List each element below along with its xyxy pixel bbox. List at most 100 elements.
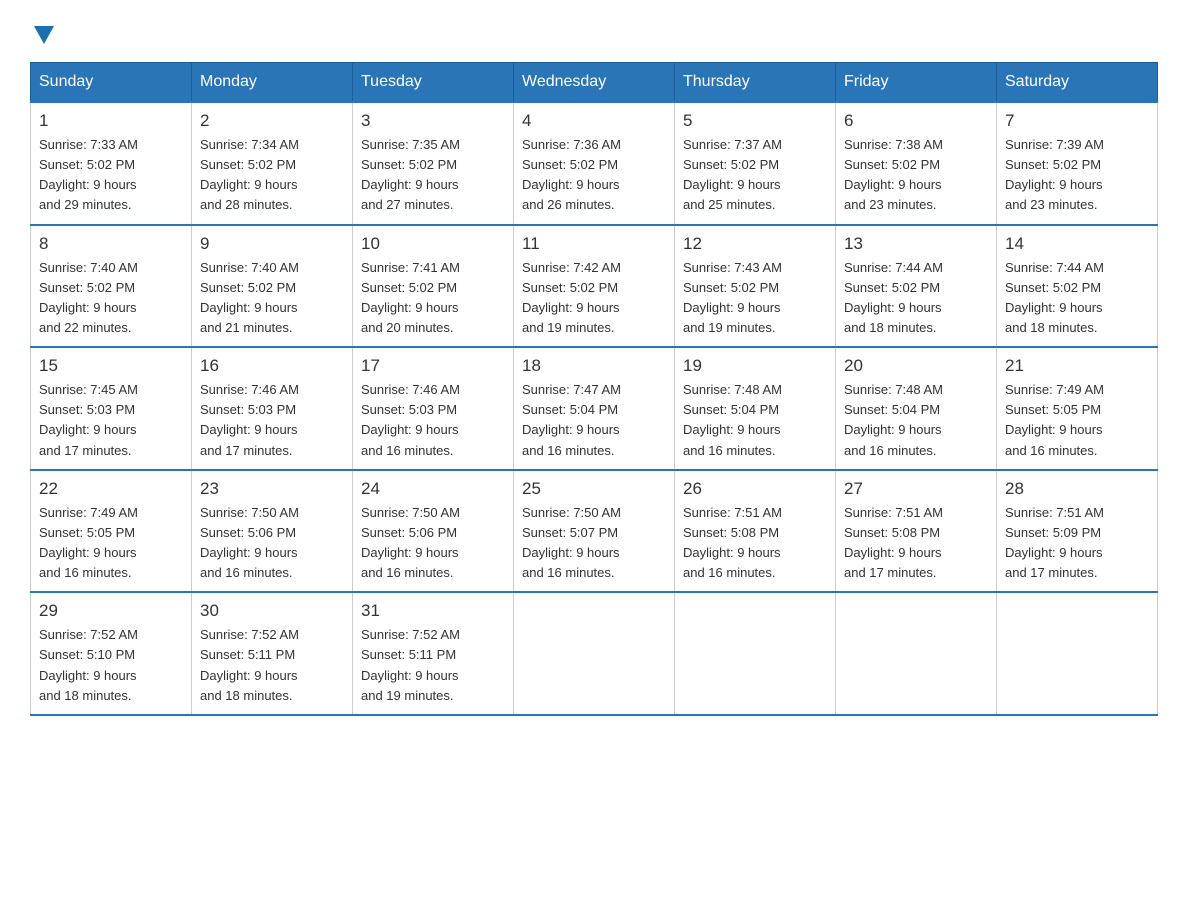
day-number: 5: [683, 111, 827, 131]
weekday-header-tuesday: Tuesday: [353, 63, 514, 103]
day-number: 11: [522, 234, 666, 254]
day-info: Sunrise: 7:48 AM Sunset: 5:04 PM Dayligh…: [844, 380, 988, 461]
day-info: Sunrise: 7:39 AM Sunset: 5:02 PM Dayligh…: [1005, 135, 1149, 216]
calendar-cell: 25 Sunrise: 7:50 AM Sunset: 5:07 PM Dayl…: [514, 470, 675, 593]
day-info: Sunrise: 7:43 AM Sunset: 5:02 PM Dayligh…: [683, 258, 827, 339]
calendar-cell: 8 Sunrise: 7:40 AM Sunset: 5:02 PM Dayli…: [31, 225, 192, 348]
calendar-cell: 23 Sunrise: 7:50 AM Sunset: 5:06 PM Dayl…: [192, 470, 353, 593]
calendar-cell: 18 Sunrise: 7:47 AM Sunset: 5:04 PM Dayl…: [514, 347, 675, 470]
day-number: 25: [522, 479, 666, 499]
day-number: 16: [200, 356, 344, 376]
calendar-cell: 17 Sunrise: 7:46 AM Sunset: 5:03 PM Dayl…: [353, 347, 514, 470]
day-number: 30: [200, 601, 344, 621]
day-number: 14: [1005, 234, 1149, 254]
day-number: 28: [1005, 479, 1149, 499]
page-header: [30, 20, 1158, 42]
day-number: 23: [200, 479, 344, 499]
day-number: 3: [361, 111, 505, 131]
day-info: Sunrise: 7:34 AM Sunset: 5:02 PM Dayligh…: [200, 135, 344, 216]
calendar-cell: 28 Sunrise: 7:51 AM Sunset: 5:09 PM Dayl…: [997, 470, 1158, 593]
calendar-cell: 20 Sunrise: 7:48 AM Sunset: 5:04 PM Dayl…: [836, 347, 997, 470]
day-info: Sunrise: 7:50 AM Sunset: 5:06 PM Dayligh…: [361, 503, 505, 584]
calendar-cell: 19 Sunrise: 7:48 AM Sunset: 5:04 PM Dayl…: [675, 347, 836, 470]
logo-arrow-icon: [34, 26, 54, 44]
day-info: Sunrise: 7:33 AM Sunset: 5:02 PM Dayligh…: [39, 135, 183, 216]
day-number: 26: [683, 479, 827, 499]
calendar-cell: 1 Sunrise: 7:33 AM Sunset: 5:02 PM Dayli…: [31, 102, 192, 225]
calendar-cell: 21 Sunrise: 7:49 AM Sunset: 5:05 PM Dayl…: [997, 347, 1158, 470]
day-info: Sunrise: 7:50 AM Sunset: 5:07 PM Dayligh…: [522, 503, 666, 584]
calendar-cell: 11 Sunrise: 7:42 AM Sunset: 5:02 PM Dayl…: [514, 225, 675, 348]
day-number: 9: [200, 234, 344, 254]
calendar-cell: [997, 592, 1158, 715]
day-info: Sunrise: 7:44 AM Sunset: 5:02 PM Dayligh…: [844, 258, 988, 339]
calendar-week-2: 8 Sunrise: 7:40 AM Sunset: 5:02 PM Dayli…: [31, 225, 1158, 348]
day-number: 18: [522, 356, 666, 376]
calendar-week-5: 29 Sunrise: 7:52 AM Sunset: 5:10 PM Dayl…: [31, 592, 1158, 715]
calendar-cell: 9 Sunrise: 7:40 AM Sunset: 5:02 PM Dayli…: [192, 225, 353, 348]
day-info: Sunrise: 7:40 AM Sunset: 5:02 PM Dayligh…: [200, 258, 344, 339]
calendar-cell: 4 Sunrise: 7:36 AM Sunset: 5:02 PM Dayli…: [514, 102, 675, 225]
day-number: 4: [522, 111, 666, 131]
day-number: 7: [1005, 111, 1149, 131]
day-info: Sunrise: 7:52 AM Sunset: 5:10 PM Dayligh…: [39, 625, 183, 706]
day-number: 19: [683, 356, 827, 376]
day-info: Sunrise: 7:40 AM Sunset: 5:02 PM Dayligh…: [39, 258, 183, 339]
calendar-cell: 27 Sunrise: 7:51 AM Sunset: 5:08 PM Dayl…: [836, 470, 997, 593]
calendar-table: SundayMondayTuesdayWednesdayThursdayFrid…: [30, 62, 1158, 716]
calendar-cell: 24 Sunrise: 7:50 AM Sunset: 5:06 PM Dayl…: [353, 470, 514, 593]
day-number: 15: [39, 356, 183, 376]
day-info: Sunrise: 7:52 AM Sunset: 5:11 PM Dayligh…: [361, 625, 505, 706]
day-number: 8: [39, 234, 183, 254]
calendar-cell: [514, 592, 675, 715]
calendar-cell: 2 Sunrise: 7:34 AM Sunset: 5:02 PM Dayli…: [192, 102, 353, 225]
day-number: 22: [39, 479, 183, 499]
calendar-cell: 22 Sunrise: 7:49 AM Sunset: 5:05 PM Dayl…: [31, 470, 192, 593]
calendar-cell: 6 Sunrise: 7:38 AM Sunset: 5:02 PM Dayli…: [836, 102, 997, 225]
day-number: 2: [200, 111, 344, 131]
calendar-cell: 3 Sunrise: 7:35 AM Sunset: 5:02 PM Dayli…: [353, 102, 514, 225]
day-info: Sunrise: 7:45 AM Sunset: 5:03 PM Dayligh…: [39, 380, 183, 461]
weekday-header-friday: Friday: [836, 63, 997, 103]
weekday-header-wednesday: Wednesday: [514, 63, 675, 103]
day-info: Sunrise: 7:42 AM Sunset: 5:02 PM Dayligh…: [522, 258, 666, 339]
calendar-cell: 15 Sunrise: 7:45 AM Sunset: 5:03 PM Dayl…: [31, 347, 192, 470]
day-info: Sunrise: 7:46 AM Sunset: 5:03 PM Dayligh…: [200, 380, 344, 461]
calendar-cell: 26 Sunrise: 7:51 AM Sunset: 5:08 PM Dayl…: [675, 470, 836, 593]
calendar-cell: 14 Sunrise: 7:44 AM Sunset: 5:02 PM Dayl…: [997, 225, 1158, 348]
weekday-header-saturday: Saturday: [997, 63, 1158, 103]
day-info: Sunrise: 7:52 AM Sunset: 5:11 PM Dayligh…: [200, 625, 344, 706]
calendar-cell: [836, 592, 997, 715]
day-info: Sunrise: 7:51 AM Sunset: 5:09 PM Dayligh…: [1005, 503, 1149, 584]
day-info: Sunrise: 7:44 AM Sunset: 5:02 PM Dayligh…: [1005, 258, 1149, 339]
day-number: 13: [844, 234, 988, 254]
day-info: Sunrise: 7:46 AM Sunset: 5:03 PM Dayligh…: [361, 380, 505, 461]
logo: [30, 20, 54, 42]
calendar-cell: 5 Sunrise: 7:37 AM Sunset: 5:02 PM Dayli…: [675, 102, 836, 225]
day-info: Sunrise: 7:47 AM Sunset: 5:04 PM Dayligh…: [522, 380, 666, 461]
day-number: 27: [844, 479, 988, 499]
day-number: 17: [361, 356, 505, 376]
day-info: Sunrise: 7:37 AM Sunset: 5:02 PM Dayligh…: [683, 135, 827, 216]
day-number: 24: [361, 479, 505, 499]
day-info: Sunrise: 7:49 AM Sunset: 5:05 PM Dayligh…: [1005, 380, 1149, 461]
calendar-body: 1 Sunrise: 7:33 AM Sunset: 5:02 PM Dayli…: [31, 102, 1158, 715]
calendar-cell: [675, 592, 836, 715]
day-info: Sunrise: 7:50 AM Sunset: 5:06 PM Dayligh…: [200, 503, 344, 584]
day-info: Sunrise: 7:38 AM Sunset: 5:02 PM Dayligh…: [844, 135, 988, 216]
day-number: 31: [361, 601, 505, 621]
calendar-week-1: 1 Sunrise: 7:33 AM Sunset: 5:02 PM Dayli…: [31, 102, 1158, 225]
calendar-cell: 7 Sunrise: 7:39 AM Sunset: 5:02 PM Dayli…: [997, 102, 1158, 225]
calendar-cell: 31 Sunrise: 7:52 AM Sunset: 5:11 PM Dayl…: [353, 592, 514, 715]
day-number: 6: [844, 111, 988, 131]
weekday-header-sunday: Sunday: [31, 63, 192, 103]
calendar-cell: 10 Sunrise: 7:41 AM Sunset: 5:02 PM Dayl…: [353, 225, 514, 348]
day-number: 10: [361, 234, 505, 254]
calendar-cell: 13 Sunrise: 7:44 AM Sunset: 5:02 PM Dayl…: [836, 225, 997, 348]
weekday-header-row: SundayMondayTuesdayWednesdayThursdayFrid…: [31, 63, 1158, 103]
calendar-cell: 30 Sunrise: 7:52 AM Sunset: 5:11 PM Dayl…: [192, 592, 353, 715]
day-info: Sunrise: 7:41 AM Sunset: 5:02 PM Dayligh…: [361, 258, 505, 339]
day-number: 12: [683, 234, 827, 254]
day-info: Sunrise: 7:35 AM Sunset: 5:02 PM Dayligh…: [361, 135, 505, 216]
calendar-week-3: 15 Sunrise: 7:45 AM Sunset: 5:03 PM Dayl…: [31, 347, 1158, 470]
